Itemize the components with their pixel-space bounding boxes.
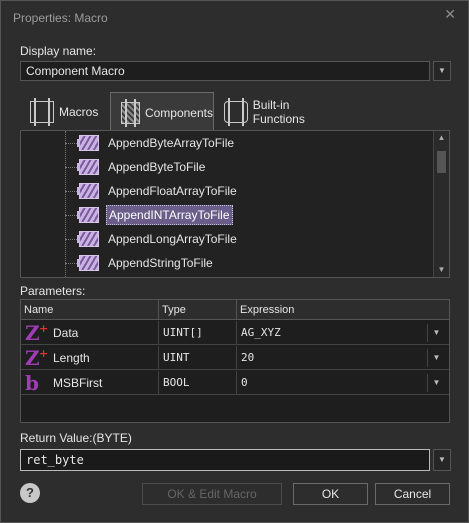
table-row[interactable]: Z + Data UINT[] AG_XYZ ▼ xyxy=(21,321,449,345)
variable-z-icon: Z + xyxy=(25,321,49,345)
close-icon[interactable]: ✕ xyxy=(444,6,456,23)
tab-components[interactable]: Components xyxy=(110,92,214,132)
param-name: Length xyxy=(49,346,159,370)
tree-item-label: AppendLongArrayToFile xyxy=(108,232,237,246)
tree-item[interactable]: AppendStringToFile xyxy=(65,253,215,273)
tree-connector-line xyxy=(65,131,66,277)
tree-scrollbar[interactable]: ▲ ▼ xyxy=(433,131,449,277)
display-name-input[interactable]: Component Macro xyxy=(20,61,430,81)
expression-dropdown-button[interactable]: ▼ xyxy=(427,374,445,392)
column-header-expression[interactable]: Expression xyxy=(237,300,449,320)
tree-item[interactable]: AppendFloatArrayToFile xyxy=(65,181,239,201)
parameters-label: Parameters: xyxy=(20,284,86,298)
dialog-title: Properties: Macro xyxy=(13,11,108,25)
component-macro-icon xyxy=(77,255,99,271)
component-macro-tree[interactable]: AppendByteArrayToFile AppendByteToFile A… xyxy=(20,130,450,278)
tree-item[interactable]: AppendLongArrayToFile xyxy=(65,229,239,249)
tree-item[interactable]: AppendByteToFile xyxy=(65,157,207,177)
cancel-button[interactable]: Cancel xyxy=(375,483,450,505)
tab-builtin-functions[interactable]: Built-in Functions xyxy=(214,93,344,131)
component-macro-icon xyxy=(77,231,99,247)
parameters-header: Name Type Expression xyxy=(21,300,449,320)
component-macro-icon xyxy=(77,207,99,223)
components-tab-icon xyxy=(121,98,140,127)
column-header-type[interactable]: Type xyxy=(159,300,237,320)
tab-macros-label: Macros xyxy=(59,105,99,119)
tab-components-label: Components xyxy=(144,105,213,120)
column-header-name[interactable]: Name xyxy=(21,300,159,320)
table-row[interactable]: b MSBFirst BOOL 0 ▼ xyxy=(21,371,449,395)
param-name: Data xyxy=(49,321,159,345)
display-name-dropdown-button[interactable]: ▼ xyxy=(433,61,451,81)
title-bar: Properties: Macro ✕ xyxy=(1,1,468,31)
macros-tab-icon xyxy=(30,98,54,126)
tree-item-label: AppendStringToFile xyxy=(108,256,213,270)
tree-item-label: AppendFloatArrayToFile xyxy=(108,184,237,198)
parameters-grid: Name Type Expression Z + Data UINT[] AG_X… xyxy=(20,299,450,423)
component-macro-icon xyxy=(77,135,99,151)
help-icon[interactable]: ? xyxy=(20,483,40,503)
component-macro-icon xyxy=(77,183,99,199)
tab-builtin-functions-label: Built-in Functions xyxy=(252,98,305,126)
param-expression[interactable]: AG_XYZ xyxy=(237,321,449,345)
tree-item-label: AppendINTArrayToFile xyxy=(106,205,233,225)
ok-button[interactable]: OK xyxy=(293,483,368,505)
builtin-functions-tab-icon xyxy=(224,98,248,126)
properties-dialog: Properties: Macro ✕ Display name: Compon… xyxy=(0,0,469,523)
tree-item-selected[interactable]: AppendINTArrayToFile xyxy=(65,205,233,225)
param-name: MSBFirst xyxy=(49,371,159,395)
variable-b-icon: b xyxy=(25,371,39,395)
tree-item[interactable]: AppendByteArrayToFile xyxy=(65,133,236,153)
scroll-down-icon[interactable]: ▼ xyxy=(434,263,449,277)
param-type: UINT xyxy=(159,346,237,370)
table-row[interactable]: Z + Length UINT 20 ▼ xyxy=(21,346,449,370)
tree-item-label: AppendByteToFile xyxy=(108,160,206,174)
tree-item-label: AppendByteArrayToFile xyxy=(108,136,235,150)
scrollbar-thumb[interactable] xyxy=(437,151,446,173)
scroll-up-icon[interactable]: ▲ xyxy=(434,131,449,145)
variable-z-icon: Z + xyxy=(25,346,49,370)
return-value-input[interactable]: ret_byte xyxy=(20,449,430,471)
tab-macros[interactable]: Macros xyxy=(20,93,110,131)
param-expression[interactable]: 20 xyxy=(237,346,449,370)
param-expression[interactable]: 0 xyxy=(237,371,449,395)
return-value-label: Return Value:(BYTE) xyxy=(20,431,132,445)
param-type: BOOL xyxy=(159,371,237,395)
display-name-label: Display name: xyxy=(20,44,97,58)
expression-dropdown-button[interactable]: ▼ xyxy=(427,324,445,342)
component-macro-icon xyxy=(77,159,99,175)
expression-dropdown-button[interactable]: ▼ xyxy=(427,349,445,367)
param-type: UINT[] xyxy=(159,321,237,345)
return-value-dropdown-button[interactable]: ▼ xyxy=(433,449,451,471)
ok-and-edit-macro-button[interactable]: OK & Edit Macro xyxy=(142,483,282,505)
